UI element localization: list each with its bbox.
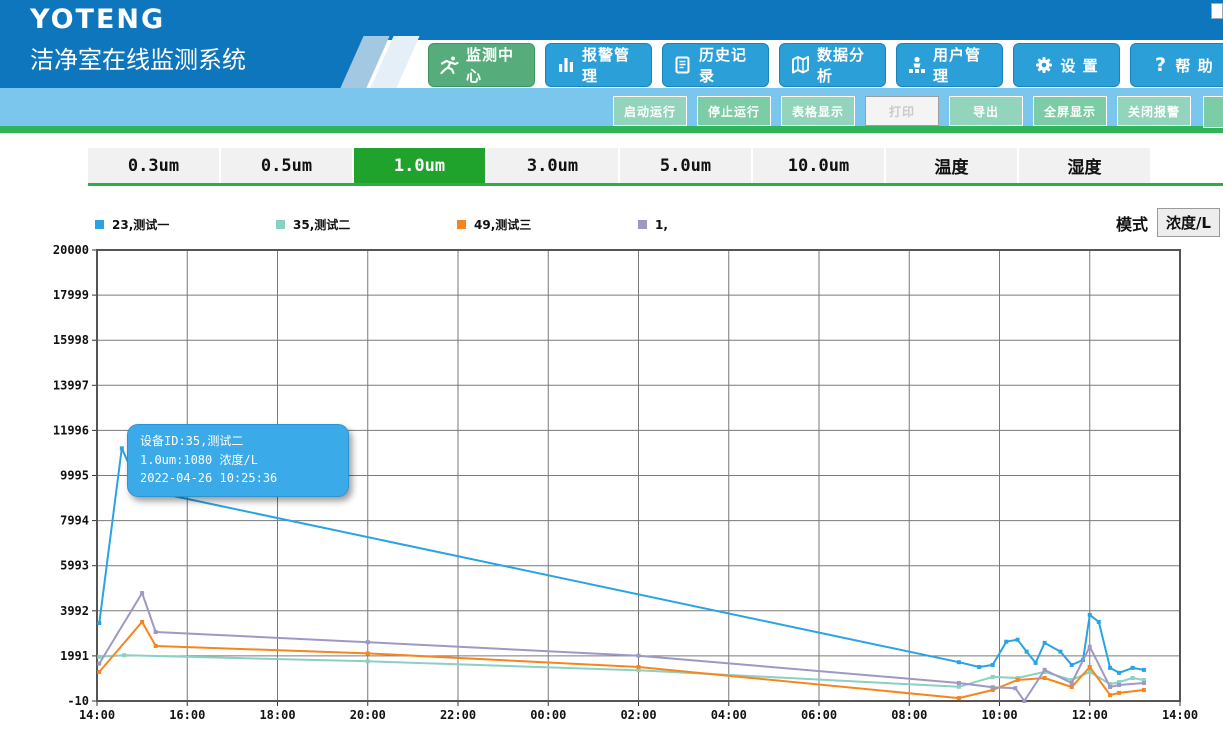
legend-item-device-23[interactable]: 23,测试一 (95, 216, 276, 233)
cleanroom-monitoring-app: YOTENG 洁净室在线监测系统 监测中心 报警管理 历史记录 数据分析 用户管… (0, 0, 1223, 739)
svg-text:22:00: 22:00 (440, 708, 476, 722)
runner-icon (440, 56, 459, 75)
legend-swatch-teal (276, 220, 285, 229)
svg-text:5993: 5993 (60, 559, 89, 573)
legend-swatch-orange (457, 220, 466, 229)
nav-button-settings[interactable]: 设 置 (1013, 43, 1120, 87)
svg-text:00:00: 00:00 (530, 708, 566, 722)
legend-label: 1, (655, 217, 668, 232)
tooltip-device-line: 设备ID:35,测试二 (140, 434, 244, 448)
svg-text:06:00: 06:00 (801, 708, 837, 722)
nav-label: 监测中心 (466, 46, 515, 85)
svg-text:-10: -10 (67, 694, 89, 708)
map-chart-icon (792, 56, 809, 74)
tooltip-value-line: 1.0um:1080 浓度/L (140, 452, 258, 467)
mode-label: 模式 (1115, 214, 1148, 234)
document-icon (675, 56, 690, 74)
svg-text:3992: 3992 (60, 604, 89, 618)
stop-run-button[interactable]: 停止运行 (697, 96, 771, 126)
nav-label: 用户管理 (933, 46, 982, 85)
nav-button-user-management[interactable]: 用户管理 (896, 43, 1003, 87)
close-alarm-button[interactable]: 关闭报警 (1117, 96, 1191, 126)
svg-text:20:00: 20:00 (350, 708, 386, 722)
nav-label: 报警管理 (582, 46, 631, 85)
svg-text:7994: 7994 (60, 514, 89, 528)
legend-label: 49,测试三 (474, 218, 532, 232)
legend-item-device-1[interactable]: 1, (638, 216, 819, 233)
users-icon (909, 56, 925, 73)
legend-label: 23,测试一 (112, 218, 170, 232)
tab-0-3um[interactable]: 0.3um (88, 148, 221, 183)
svg-text:20000: 20000 (53, 243, 89, 257)
nav-label: 数据分析 (817, 46, 866, 85)
svg-text:15998: 15998 (53, 333, 89, 347)
table-view-button[interactable]: 表格显示 (781, 96, 855, 126)
nav-button-history-records[interactable]: 历史记录 (662, 43, 769, 87)
green-divider-strip (0, 126, 1223, 133)
app-title: 洁净室在线监测系统 (30, 46, 246, 74)
svg-text:11996: 11996 (53, 423, 89, 437)
fullscreen-button[interactable]: 全屏显示 (1033, 96, 1107, 126)
legend-item-device-49[interactable]: 49,测试三 (457, 216, 638, 233)
window-control[interactable] (1211, 3, 1223, 19)
legend-item-device-35[interactable]: 35,测试二 (276, 216, 457, 233)
svg-text:04:00: 04:00 (711, 708, 747, 722)
svg-text:9995: 9995 (60, 469, 89, 483)
legend-label: 35,测试二 (293, 218, 351, 232)
svg-text:14:00: 14:00 (1162, 708, 1198, 722)
tab-10-0um[interactable]: 10.0um (753, 148, 886, 183)
toolbar-partial-button[interactable] (1203, 96, 1223, 128)
svg-text:16:00: 16:00 (169, 708, 205, 722)
svg-text:02:00: 02:00 (620, 708, 656, 722)
nav-button-monitor-center[interactable]: 监测中心 (428, 43, 535, 87)
tab-3-0um[interactable]: 3.0um (487, 148, 620, 183)
mode-selector: 模式 浓度/L (1116, 208, 1220, 237)
legend-swatch-blue (95, 220, 104, 229)
tab-0-5um[interactable]: 0.5um (221, 148, 354, 183)
start-run-button[interactable]: 启动运行 (613, 96, 687, 126)
svg-text:18:00: 18:00 (259, 708, 295, 722)
channel-tab-bar: 0.3um 0.5um 1.0um 3.0um 5.0um 10.0um 温度 … (88, 148, 1223, 186)
mode-value-dropdown[interactable]: 浓度/L (1156, 208, 1220, 237)
svg-text:17999: 17999 (53, 288, 89, 302)
legend-swatch-purple (638, 220, 647, 229)
question-icon: ? (1155, 55, 1167, 75)
svg-text:1991: 1991 (60, 649, 89, 663)
tab-1-0um[interactable]: 1.0um (354, 148, 487, 183)
svg-text:14:00: 14:00 (79, 708, 115, 722)
svg-text:?: ? (1155, 55, 1167, 75)
nav-button-data-analysis[interactable]: 数据分析 (779, 43, 886, 87)
nav-button-alarm-management[interactable]: 报警管理 (545, 43, 652, 87)
bar-chart-icon (559, 58, 573, 72)
tab-5-0um[interactable]: 5.0um (620, 148, 753, 183)
nav-button-help[interactable]: ? 帮 助 (1130, 43, 1223, 87)
tab-temperature[interactable]: 温度 (886, 148, 1019, 183)
svg-text:08:00: 08:00 (891, 708, 927, 722)
chart-legend: 23,测试一 35,测试二 49,测试三 1, (95, 216, 819, 233)
nav-label: 帮 助 (1175, 56, 1214, 75)
tab-humidity[interactable]: 湿度 (1019, 148, 1152, 183)
export-button[interactable]: 导出 (949, 96, 1023, 126)
svg-text:13997: 13997 (53, 378, 89, 392)
main-nav: 监测中心 报警管理 历史记录 数据分析 用户管理 设 置 ? 帮 助 (428, 43, 1223, 87)
run-control-toolbar: 启动运行 停止运行 表格显示 打印 导出 全屏显示 关闭报警 (613, 96, 1191, 126)
nav-label: 设 置 (1060, 56, 1099, 75)
print-button[interactable]: 打印 (865, 96, 939, 126)
svg-text:10:00: 10:00 (981, 708, 1017, 722)
tooltip-timestamp-line: 2022-04-26 10:25:36 (140, 471, 278, 486)
gear-icon (1036, 57, 1053, 73)
nav-label: 历史记录 (699, 46, 748, 85)
data-point-tooltip: 设备ID:35,测试二 1.0um:1080 浓度/L 2022-04-26 1… (127, 424, 349, 497)
brand-title: YOTENG (30, 4, 166, 35)
svg-text:12:00: 12:00 (1072, 708, 1108, 722)
